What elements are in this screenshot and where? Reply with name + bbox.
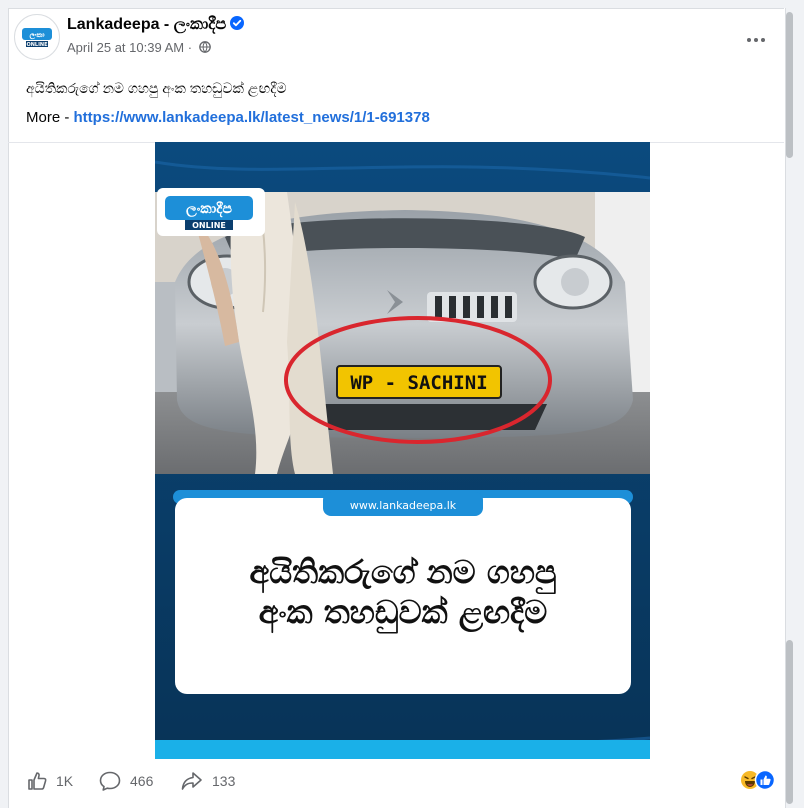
scrollbar-thumb-top[interactable] <box>786 12 793 158</box>
top-divider <box>8 8 784 9</box>
reaction-icons[interactable] <box>740 769 776 791</box>
more-label: More - <box>26 109 74 126</box>
post-image[interactable]: WP - SACHINI ලංකාදීප ONLINE www.lankadee… <box>155 142 650 759</box>
share-count: 133 <box>212 773 236 789</box>
comment-count: 466 <box>130 773 154 789</box>
share-icon <box>181 772 202 790</box>
meta-separator: · <box>187 40 193 55</box>
plate-text: WP - SACHINI <box>350 372 487 394</box>
page-avatar[interactable]: ලංකා ONLINE <box>14 14 60 60</box>
logo-subtext: ONLINE <box>192 221 226 230</box>
article-link[interactable]: https://www.lankadeepa.lk/latest_news/1/… <box>74 109 430 126</box>
like-reaction-icon <box>754 769 776 791</box>
headline-line2: අංක තහඩුවක් ළඟදීම <box>259 593 548 634</box>
comment-icon <box>99 771 121 791</box>
like-count: 1K <box>56 773 74 789</box>
post-link-line: More - https://www.lankadeepa.lk/latest_… <box>26 109 430 126</box>
svg-text:ONLINE: ONLINE <box>26 42 48 48</box>
svg-text:ලංකා: ලංකා <box>29 31 45 39</box>
more-options-icon[interactable] <box>742 26 770 54</box>
post-timestamp[interactable]: April 25 at 10:39 AM <box>67 40 184 55</box>
globe-icon <box>198 41 211 53</box>
site-label-overlay: www.lankadeepa.lk <box>350 499 457 512</box>
share-button[interactable]: 133 <box>180 770 235 792</box>
like-icon <box>28 772 47 790</box>
like-button[interactable]: 1K <box>26 770 73 792</box>
post-caption: අයිතිකරුගේ නම ගහපු අංක තහඩුවක් ළඟදීම <box>26 80 287 96</box>
post-header: ලංකා ONLINE Lankadeepa - ලංකාදීප April 2… <box>14 12 774 62</box>
page-name[interactable]: Lankadeepa - ලංකාදීප <box>67 16 245 34</box>
logo-text: ලංකාදීප <box>186 201 232 218</box>
comment-button[interactable]: 466 <box>98 770 153 792</box>
page-name-text[interactable]: Lankadeepa - ලංකාදීප <box>67 16 226 33</box>
verified-badge-icon <box>230 16 245 30</box>
post-meta: April 25 at 10:39 AM · <box>67 40 211 55</box>
scrollbar-thumb-bottom[interactable] <box>786 640 793 804</box>
headline-line1: අයිතිකරුගේ නම ගහපු <box>249 553 556 594</box>
actions-bar: 1K 466 133 <box>8 760 784 804</box>
